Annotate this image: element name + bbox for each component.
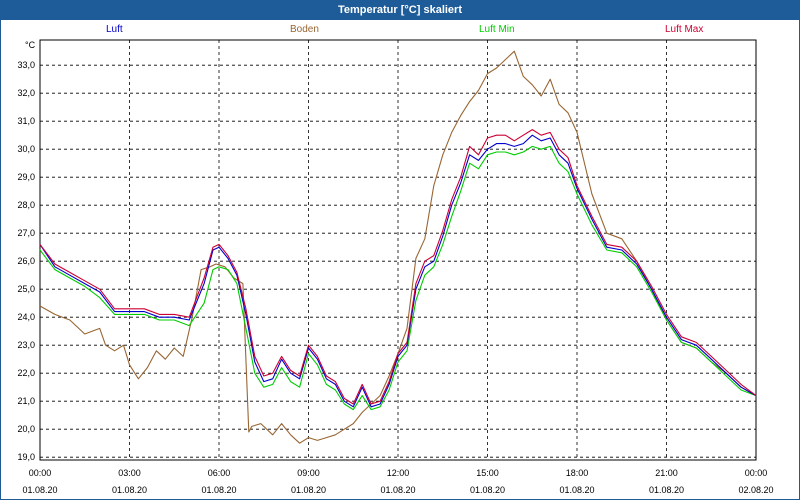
x-tick-date-label: 02.08.20 (738, 485, 773, 495)
x-tick-date-label: 01.08.20 (201, 485, 236, 495)
line-chart: °C 19,0 20,0 21,0 22,0 23,0 24,0 25,0 26,0 27,0 2… (17, 39, 774, 495)
y-tick-label: 30,0 (17, 144, 35, 154)
y-tick-label: 28,0 (17, 200, 35, 210)
x-tick-time-label: 12:00 (387, 468, 410, 478)
x-tick-time-label: 21:00 (655, 468, 678, 478)
x-tick-time-label: 03:00 (118, 468, 141, 478)
axes: 19,0 20,0 21,0 22,0 23,0 24,0 25,0 26,0 27,0 28,0… (17, 39, 774, 495)
y-tick-label: 22,0 (17, 368, 35, 378)
y-tick-label: 25,0 (17, 284, 35, 294)
y-tick-label: 29,0 (17, 172, 35, 182)
y-tick-label: 20,0 (17, 424, 35, 434)
x-tick-date-label: 01.08.20 (559, 485, 594, 495)
y-tick-label: 31,0 (17, 116, 35, 126)
x-tick-time-label: 00:00 (29, 468, 52, 478)
x-tick-date-label: 01.08.20 (470, 485, 505, 495)
y-tick-label: 26,0 (17, 256, 35, 266)
y-tick-label: 19,0 (17, 452, 35, 462)
y-tick-label: 24,0 (17, 312, 35, 322)
y-tick-label: 21,0 (17, 396, 35, 406)
y-tick-label: 32,0 (17, 88, 35, 98)
x-tick-date-label: 01.08.20 (291, 485, 326, 495)
y-axis-unit-label: °C (25, 40, 36, 50)
x-tick-time-label: 00:00 (745, 468, 768, 478)
x-tick-time-label: 06:00 (208, 468, 231, 478)
x-tick-time-label: 15:00 (476, 468, 499, 478)
x-tick-date-label: 01.08.20 (380, 485, 415, 495)
x-tick-date-label: 01.08.20 (112, 485, 147, 495)
y-tick-label: 33,0 (17, 60, 35, 70)
x-tick-time-label: 18:00 (566, 468, 589, 478)
y-tick-label: 23,0 (17, 340, 35, 350)
x-tick-date-label: 01.08.20 (649, 485, 684, 495)
x-tick-time-label: 09:00 (297, 468, 320, 478)
y-tick-label: 27,0 (17, 228, 35, 238)
x-tick-date-label: 01.08.20 (22, 485, 57, 495)
grid (39, 40, 757, 460)
